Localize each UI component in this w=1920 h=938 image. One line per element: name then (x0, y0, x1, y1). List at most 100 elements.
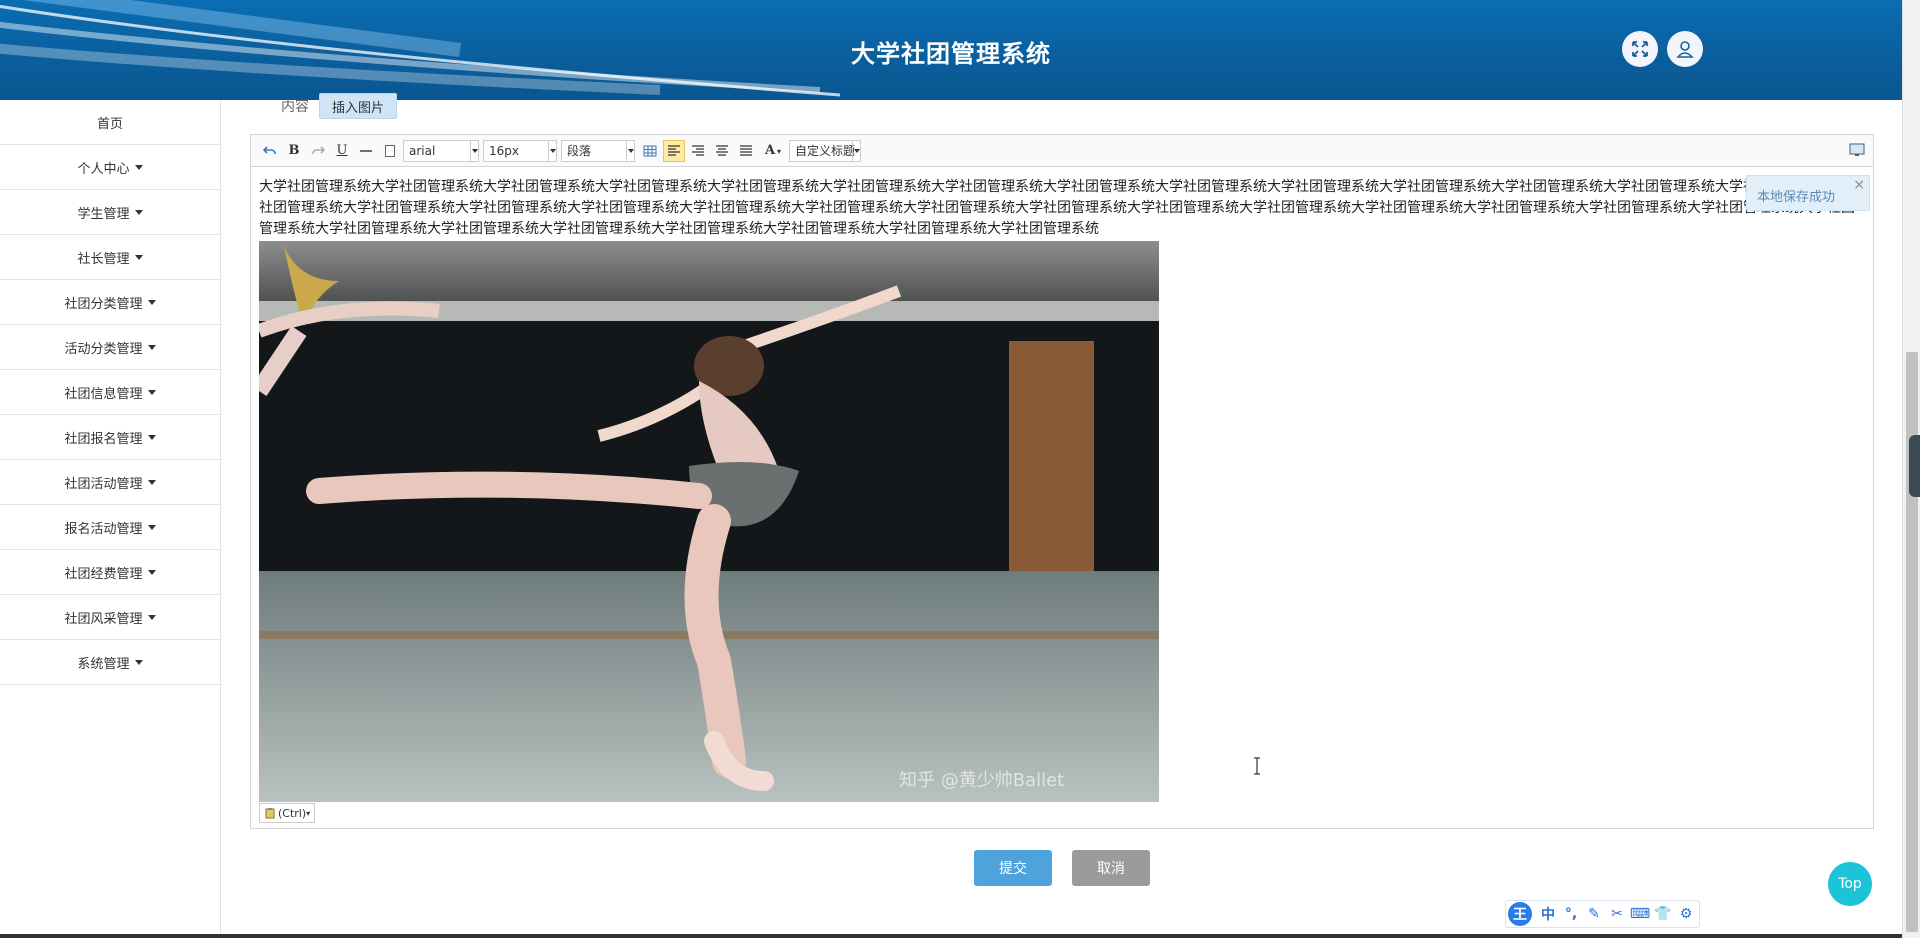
caret-down-icon: ▾ (777, 145, 782, 156)
sidebar-item-president-management[interactable]: 社长管理 (0, 235, 220, 280)
content-label: 内容 (281, 99, 309, 115)
horizontal-line-icon (360, 149, 372, 152)
align-left-button[interactable] (663, 139, 685, 162)
caret-down-icon (147, 614, 156, 620)
align-right-button[interactable] (687, 140, 709, 162)
custom-heading-select[interactable]: 自定义标题 (789, 139, 861, 162)
expand-icon (1632, 41, 1648, 57)
paste-options-button[interactable]: (Ctrl) ▾ (259, 803, 316, 823)
close-icon[interactable]: × (1853, 177, 1865, 193)
sidebar-item-label: 报名活动管理 (64, 521, 143, 537)
sidebar-item-student-management[interactable]: 学生管理 (0, 190, 220, 235)
underline-button[interactable]: U (331, 140, 353, 162)
dropdown-arrow-icon (626, 140, 634, 161)
ballet-photo-illustration: 知乎 @黄少帅Ballet (259, 241, 1159, 802)
redo-button[interactable] (307, 140, 329, 162)
photo-watermark: 知乎 @黄少帅Ballet (899, 770, 1064, 791)
clipboard-icon (265, 808, 275, 819)
insert-table-button[interactable] (639, 140, 661, 162)
scissors-icon[interactable]: ✂ (1607, 904, 1627, 924)
insert-image-button[interactable]: 插入图片 (319, 93, 398, 119)
sidebar-item-activity-registration[interactable]: 报名活动管理 (0, 505, 220, 550)
undo-button[interactable] (259, 140, 281, 162)
fullscreen-button[interactable] (1622, 31, 1658, 67)
dropdown-arrow-icon (548, 140, 556, 161)
user-button[interactable] (1667, 31, 1703, 67)
paste-plain-button[interactable] (379, 140, 401, 162)
caret-down-icon (134, 164, 143, 170)
sidebar-item-personal-center[interactable]: 个人中心 (0, 145, 220, 190)
side-handle[interactable] (1909, 435, 1920, 497)
text-cursor-icon (1254, 757, 1260, 775)
align-center-button[interactable] (711, 140, 733, 162)
horizontal-rule-button[interactable] (355, 140, 377, 162)
font-color-label: A (764, 143, 776, 158)
align-justify-button[interactable] (735, 140, 757, 162)
ballet-dancer-photo[interactable]: 知乎 @黄少帅Ballet (259, 241, 1159, 802)
font-size-value: 16px (489, 143, 519, 158)
toast-message: 本地保存成功 (1757, 190, 1836, 205)
undo-icon (263, 145, 276, 154)
align-left-icon (668, 144, 680, 156)
bottom-border (0, 934, 1902, 938)
caret-down-icon (147, 299, 156, 305)
paste-label: (Ctrl) (278, 806, 307, 820)
sidebar-item-label: 个人中心 (77, 161, 130, 177)
dropdown-arrow-icon (470, 140, 478, 161)
document-icon (385, 144, 395, 157)
paragraph-select[interactable]: 段落 (561, 139, 635, 162)
sidebar-item-club-showcase[interactable]: 社团风采管理 (0, 595, 220, 640)
sidebar-item-label: 社长管理 (77, 251, 130, 267)
back-to-top-button[interactable]: Top (1828, 862, 1872, 906)
caret-down-icon (147, 524, 156, 530)
sidebar-item-home[interactable]: 首页 (0, 100, 220, 145)
custom-heading-value: 自定义标题 (795, 144, 856, 158)
submit-button[interactable]: 提交 (974, 850, 1052, 886)
punctuation-icon[interactable]: °, (1561, 904, 1581, 924)
sidebar-item-label: 学生管理 (77, 206, 130, 222)
caret-down-icon (147, 389, 156, 395)
app-title: 大学社团管理系统 (851, 40, 1051, 68)
sidebar-item-label: 社团经费管理 (64, 566, 143, 582)
bold-button[interactable]: B (283, 140, 305, 162)
sidebar-item-system-management[interactable]: 系统管理 (0, 640, 220, 685)
paragraph-value: 段落 (567, 144, 592, 158)
ime-logo-icon[interactable]: 王 (1508, 902, 1532, 926)
rich-text-editor[interactable]: B U arial 16px 段落 A ▾ 自定义标题 大学社团管理系统大学社团… (250, 134, 1874, 829)
editor-toolbar: B U arial 16px 段落 A ▾ 自定义标题 (251, 135, 1873, 167)
settings-gear-icon[interactable]: ⚙ (1676, 904, 1696, 924)
sidebar-item-club-funds[interactable]: 社团经费管理 (0, 550, 220, 595)
font-color-button[interactable]: A ▾ (759, 140, 787, 162)
save-toast: 本地保存成功 × (1746, 175, 1870, 211)
sidebar-item-label: 社团信息管理 (64, 386, 143, 402)
sidebar-item-club-info[interactable]: 社团信息管理 (0, 370, 220, 415)
sidebar-item-club-category[interactable]: 社团分类管理 (0, 280, 220, 325)
sidebar-item-activity-category[interactable]: 活动分类管理 (0, 325, 220, 370)
editor-fullscreen-icon[interactable] (1847, 140, 1867, 160)
sidebar-item-club-activity[interactable]: 社团活动管理 (0, 460, 220, 505)
caret-down-icon (147, 344, 156, 350)
font-family-value: arial (409, 143, 436, 158)
cancel-button[interactable]: 取消 (1072, 850, 1150, 886)
font-size-select[interactable]: 16px (483, 139, 557, 162)
skin-icon[interactable]: 👕 (1653, 904, 1673, 924)
align-justify-icon (740, 144, 752, 156)
redo-icon (312, 145, 325, 154)
sidebar: 首页 个人中心 学生管理 社长管理 社团分类管理 活动分类管理 社团信息管理 社… (0, 100, 221, 938)
editor-tabs: 内容 插入图片 (281, 92, 398, 120)
editor-text[interactable]: 大学社团管理系统大学社团管理系统大学社团管理系统大学社团管理系统大学社团管理系统… (259, 177, 1863, 240)
ime-mode-toggle[interactable]: 中 (1538, 904, 1558, 924)
sidebar-item-club-registration[interactable]: 社团报名管理 (0, 415, 220, 460)
header: 大学社团管理系统 (0, 0, 1902, 100)
pen-icon[interactable]: ✎ (1584, 904, 1604, 924)
sidebar-item-label: 社团报名管理 (64, 431, 143, 447)
align-right-icon (692, 144, 704, 156)
main-content: 内容 插入图片 B U arial 16px 段落 A ▾ 自定义标题 大学社团… (221, 93, 1902, 938)
caret-down-icon (147, 569, 156, 575)
font-family-select[interactable]: arial (403, 139, 479, 162)
sidebar-item-label: 社团活动管理 (64, 476, 143, 492)
sidebar-item-label: 首页 (96, 116, 123, 132)
keyboard-icon[interactable]: ⌨ (1630, 904, 1650, 924)
caret-down-icon (134, 659, 143, 665)
sidebar-item-label: 社团风采管理 (64, 611, 143, 627)
